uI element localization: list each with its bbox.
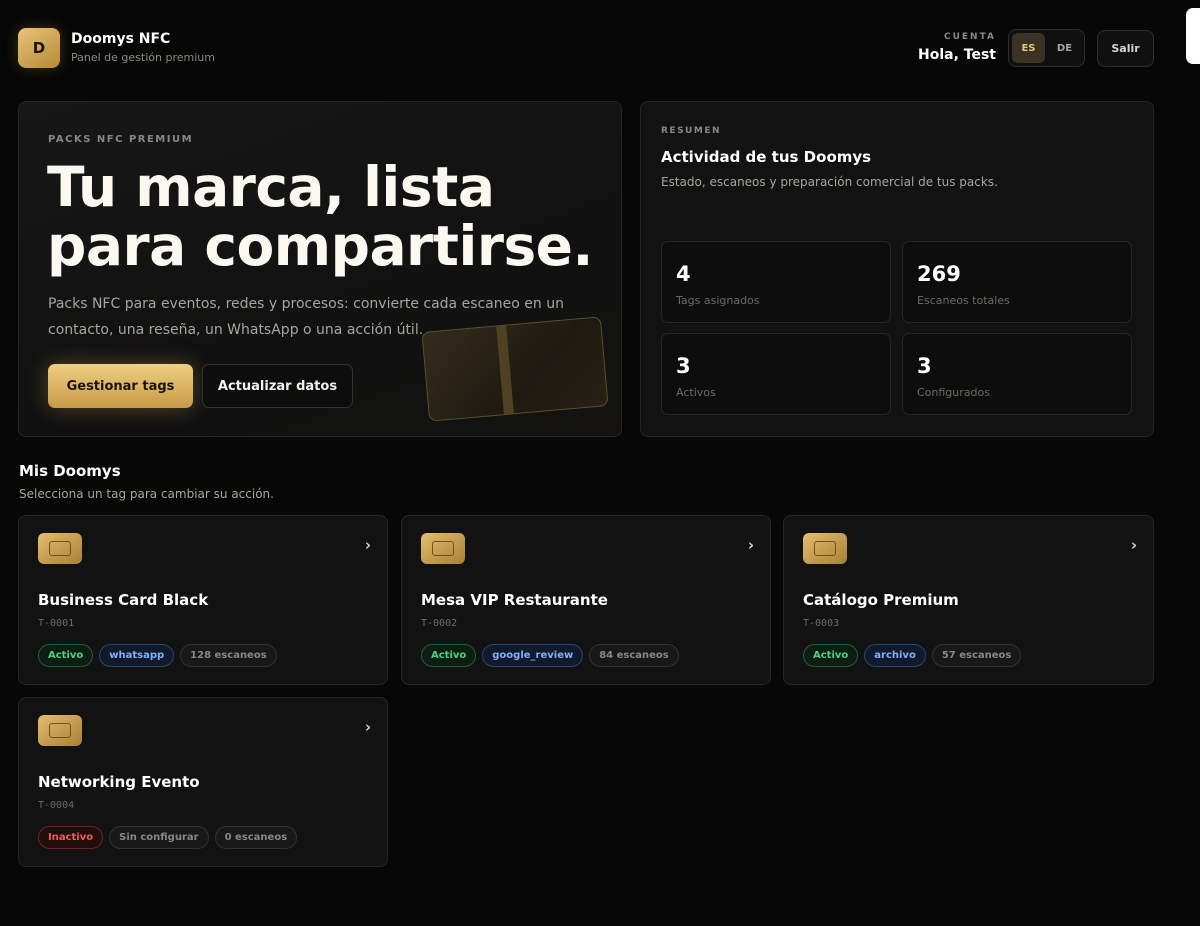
lang-de-button[interactable]: DE (1048, 33, 1081, 63)
tag-name: Mesa VIP Restaurante (421, 591, 608, 609)
nfc-card-illustration (421, 316, 609, 422)
tag-id: T-0003 (803, 618, 840, 629)
status-badge: Activo (803, 644, 859, 667)
action-badge: google_review (482, 644, 584, 667)
stat-label: Activos (676, 386, 716, 399)
tag-card[interactable]: › Business Card Black T-0001 Activo what… (18, 515, 388, 685)
chevron-right-icon[interactable]: › (1131, 536, 1137, 554)
nfc-chip-icon (421, 533, 465, 564)
section-subtitle: Selecciona un tag para cambiar su acción… (19, 487, 274, 501)
language-switcher: ES DE (1008, 29, 1085, 67)
tag-badges: Activo whatsapp 128 escaneos (38, 644, 277, 667)
edge-overlay-tab[interactable] (1186, 8, 1200, 64)
summary-title: Actividad de tus Doomys (661, 148, 872, 166)
stat-total-scans: 269 Escaneos totales (902, 241, 1132, 323)
status-badge: Inactivo (38, 826, 104, 849)
nfc-chip-icon (803, 533, 847, 564)
nfc-chip-icon (38, 715, 82, 746)
tag-badges: Inactivo Sin configurar 0 escaneos (38, 826, 298, 849)
account-greeting: Hola, Test (918, 47, 996, 63)
stat-value: 3 (676, 354, 691, 378)
action-badge: whatsapp (99, 644, 175, 667)
hero-panel: PACKS NFC PREMIUM Tu marca, lista para c… (18, 101, 622, 437)
tag-name: Catálogo Premium (803, 591, 959, 609)
tag-card[interactable]: › Mesa VIP Restaurante T-0002 Activo goo… (401, 515, 771, 685)
scans-badge: 128 escaneos (180, 644, 277, 667)
summary-panel: RESUMEN Actividad de tus Doomys Estado, … (640, 101, 1154, 437)
refresh-data-button[interactable]: Actualizar datos (202, 364, 353, 408)
tag-id: T-0002 (421, 618, 458, 629)
tag-id: T-0001 (38, 618, 75, 629)
nfc-chip-icon (38, 533, 82, 564)
logout-button[interactable]: Salir (1097, 30, 1154, 67)
brand-subtitle: Panel de gestión premium (71, 51, 215, 64)
action-badge: Sin configurar (109, 826, 209, 849)
tag-card[interactable]: › Catálogo Premium T-0003 Activo archivo… (783, 515, 1154, 685)
scans-badge: 0 escaneos (214, 826, 298, 849)
summary-subtitle: Estado, escaneos y preparación comercial… (661, 175, 998, 189)
stat-label: Configurados (917, 386, 990, 399)
stat-value: 269 (917, 262, 961, 286)
manage-tags-button[interactable]: Gestionar tags (48, 364, 193, 408)
stat-value: 3 (917, 354, 932, 378)
hero-title: Tu marca, lista para compartirse. (47, 155, 593, 278)
section-title: Mis Doomys (19, 462, 121, 480)
brand-logo[interactable]: D (18, 28, 60, 68)
tag-name: Networking Evento (38, 773, 200, 791)
stat-label: Escaneos totales (917, 294, 1010, 307)
card-stripe (496, 325, 514, 415)
status-badge: Activo (38, 644, 94, 667)
tag-badges: Activo archivo 57 escaneos (803, 644, 1022, 667)
brand-name: Doomys NFC (71, 31, 171, 47)
tag-badges: Activo google_review 84 escaneos (421, 644, 679, 667)
chevron-right-icon[interactable]: › (365, 536, 371, 554)
account-label: CUENTA (944, 32, 996, 42)
scans-badge: 84 escaneos (589, 644, 679, 667)
tag-card[interactable]: › Networking Evento T-0004 Inactivo Sin … (18, 697, 388, 867)
action-badge: archivo (864, 644, 926, 667)
stat-label: Tags asignados (676, 294, 760, 307)
summary-kicker: RESUMEN (661, 126, 722, 136)
stat-assigned-tags: 4 Tags asignados (661, 241, 891, 323)
tag-name: Business Card Black (38, 591, 209, 609)
chevron-right-icon[interactable]: › (748, 536, 754, 554)
stat-active: 3 Activos (661, 333, 891, 415)
chevron-right-icon[interactable]: › (365, 718, 371, 736)
scans-badge: 57 escaneos (931, 644, 1022, 667)
status-badge: Activo (421, 644, 477, 667)
stat-configured: 3 Configurados (902, 333, 1132, 415)
hero-kicker: PACKS NFC PREMIUM (48, 134, 194, 145)
stat-value: 4 (676, 262, 691, 286)
lang-es-button[interactable]: ES (1012, 33, 1045, 63)
tag-id: T-0004 (38, 800, 75, 811)
